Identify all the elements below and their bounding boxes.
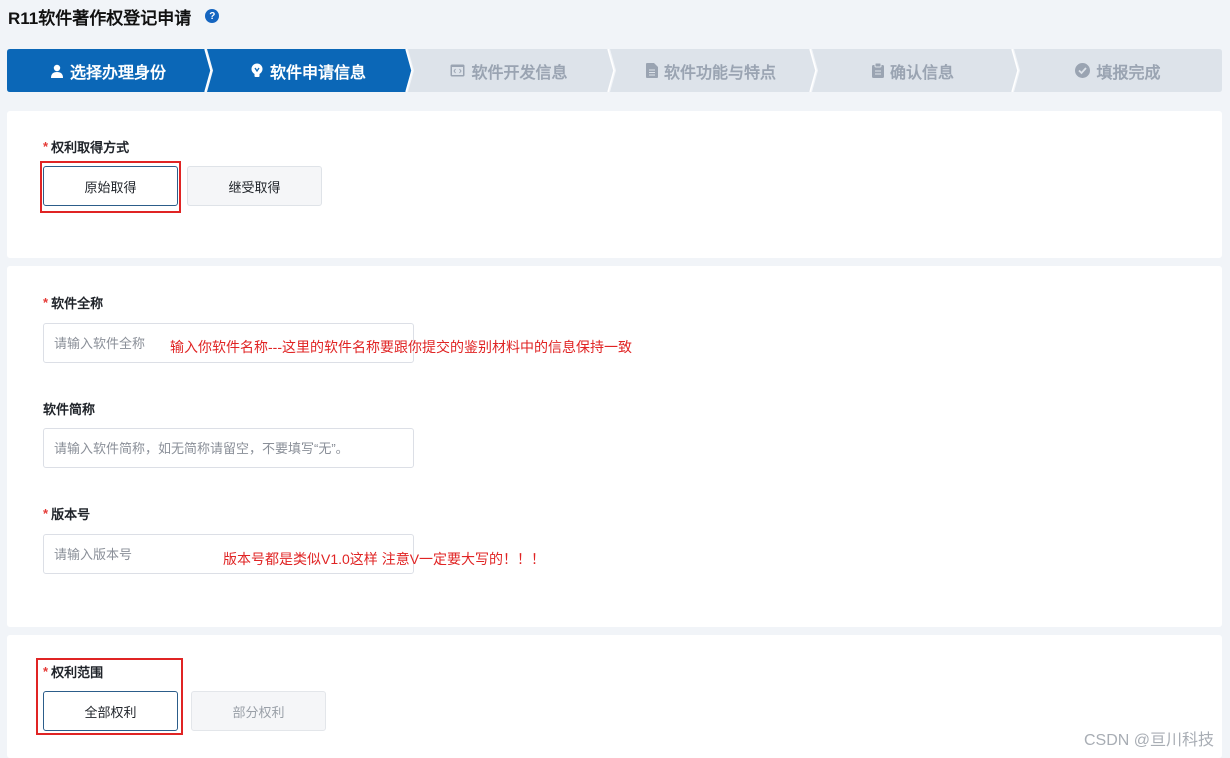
software-short-name-input[interactable] xyxy=(43,428,414,468)
step-completed[interactable]: 填报完成 xyxy=(1014,49,1222,92)
inherited-acquisition-button[interactable]: 继受取得 xyxy=(187,166,322,206)
step-label: 填报完成 xyxy=(1096,64,1161,82)
user-icon xyxy=(50,64,63,78)
step-software-development-info[interactable]: 软件开发信息 xyxy=(408,49,610,92)
page-header: R11软件著作权登记申请 ? xyxy=(8,4,220,28)
version-annotation: 版本号都是类似V1.0这样 注意V一定要大写的！！！ xyxy=(223,551,546,567)
software-short-name-label: 软件简称 xyxy=(43,402,96,417)
software-full-name-label: * 软件全称 xyxy=(43,295,104,311)
step-software-application-info[interactable]: 软件申请信息 xyxy=(207,49,409,92)
document-icon xyxy=(645,63,658,78)
required-marker: * xyxy=(43,139,49,154)
required-marker: * xyxy=(43,506,49,521)
rights-scope-label: * 权利范围 xyxy=(43,664,104,680)
check-circle-icon xyxy=(1075,63,1091,78)
all-rights-button[interactable]: 全部权利 xyxy=(43,691,178,731)
rights-scope-section: * 权利范围 全部权利 部分权利 xyxy=(7,635,1222,758)
step-label: 软件申请信息 xyxy=(269,64,366,82)
help-icon[interactable]: ? xyxy=(205,9,220,23)
step-label: 软件开发信息 xyxy=(471,64,568,82)
rights-acquisition-label: * 权利取得方式 xyxy=(43,139,130,155)
step-label: 软件功能与特点 xyxy=(663,64,776,82)
rights-acquisition-section: * 权利取得方式 原始取得 继受取得 xyxy=(7,111,1222,258)
original-acquisition-button[interactable]: 原始取得 xyxy=(43,166,178,206)
code-window-icon xyxy=(450,64,465,77)
version-number-label: * 版本号 xyxy=(43,506,91,522)
step-progress-bar: 选择办理身份 软件申请信息 软件开发信息 软件功能与特点 确认信息 填报完成 xyxy=(7,49,1222,92)
step-label: 确认信息 xyxy=(889,64,954,82)
full-name-annotation: 输入你软件名称---这里的软件名称要跟你提交的鉴别材料中的信息保持一致 xyxy=(170,339,632,355)
required-marker: * xyxy=(43,295,49,310)
step-confirm-info[interactable]: 确认信息 xyxy=(812,49,1014,92)
watermark: CSDN @亘川科技 xyxy=(1083,732,1214,749)
software-info-section: * 软件全称 输入你软件名称---这里的软件名称要跟你提交的鉴别材料中的信息保持… xyxy=(7,266,1222,627)
lightbulb-icon xyxy=(251,63,263,77)
step-software-features[interactable]: 软件功能与特点 xyxy=(610,49,812,92)
page-title: R11软件著作权登记申请 xyxy=(8,8,192,28)
clipboard-icon xyxy=(871,63,884,78)
partial-rights-button[interactable]: 部分权利 xyxy=(191,691,326,731)
step-label: 选择办理身份 xyxy=(69,64,166,82)
required-marker: * xyxy=(43,664,49,679)
step-choose-identity[interactable]: 选择办理身份 xyxy=(7,49,209,92)
